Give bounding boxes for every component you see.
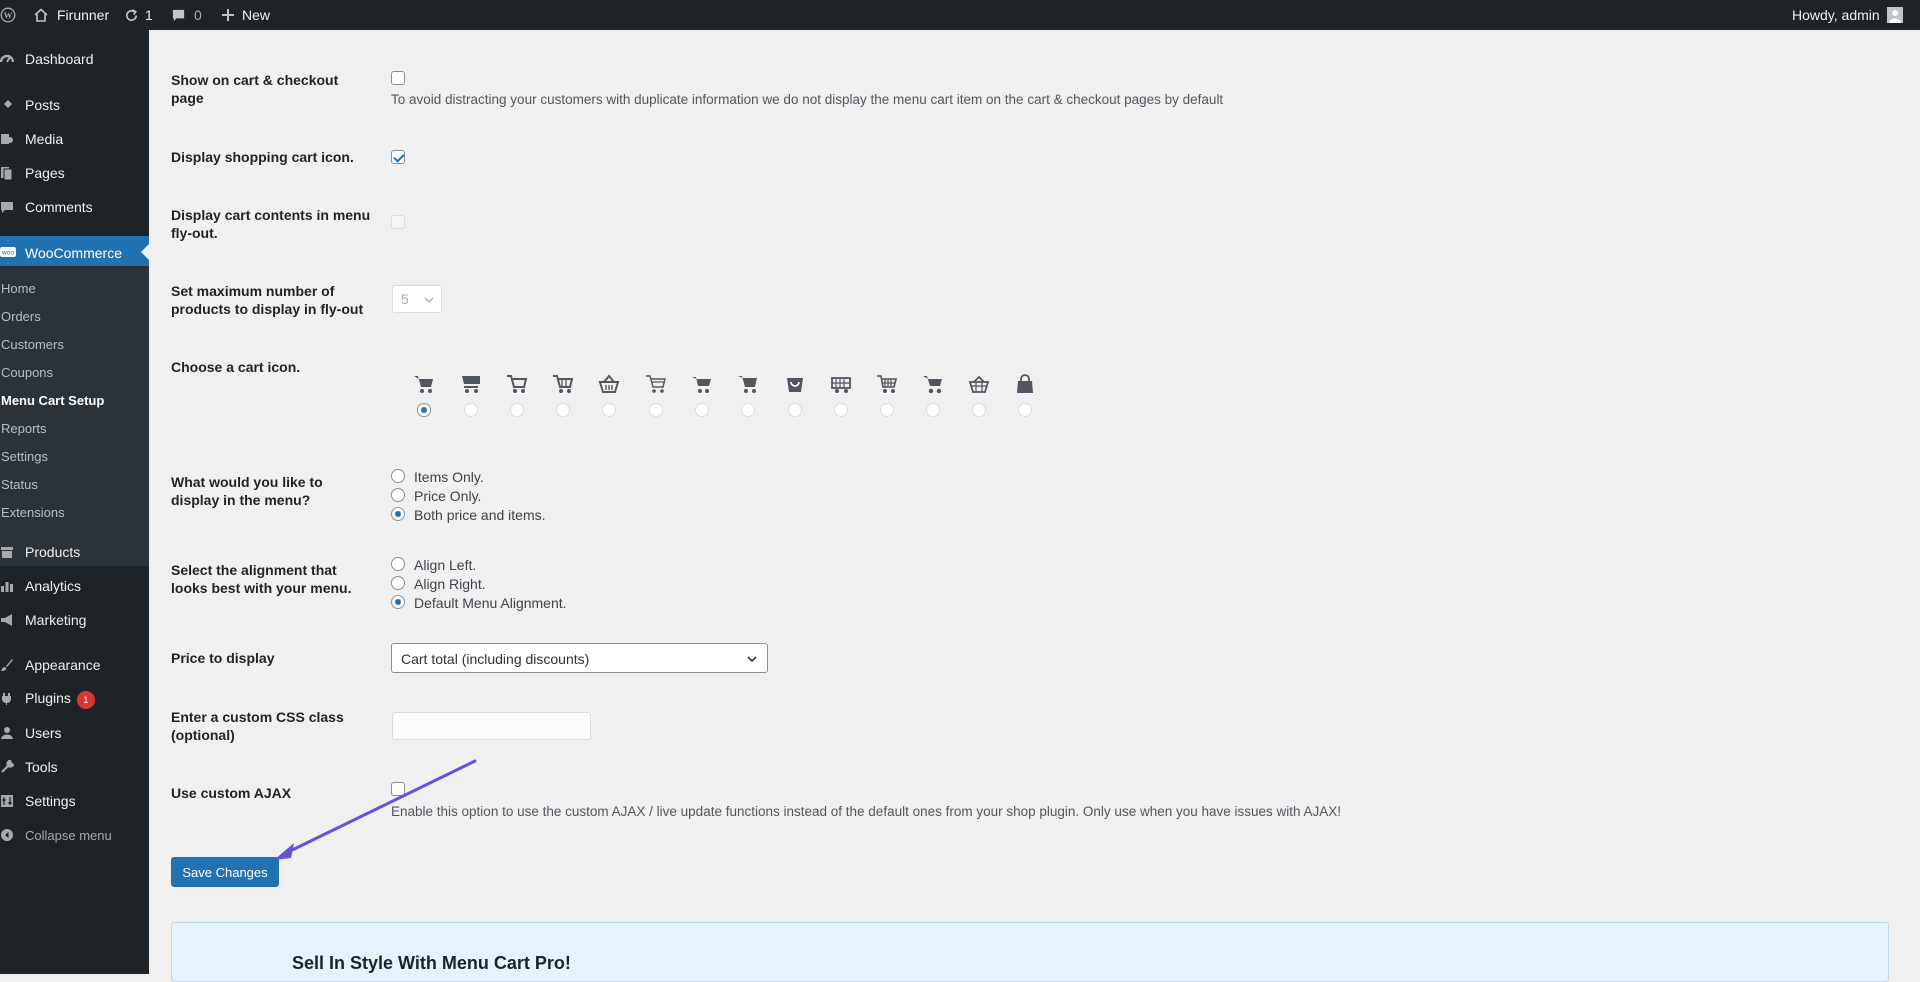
promo-box: Sell In Style With Menu Cart Pro! [171, 922, 1889, 982]
annotation-arrow-icon [274, 759, 477, 860]
promo-title: Sell In Style With Menu Cart Pro! [292, 953, 571, 973]
